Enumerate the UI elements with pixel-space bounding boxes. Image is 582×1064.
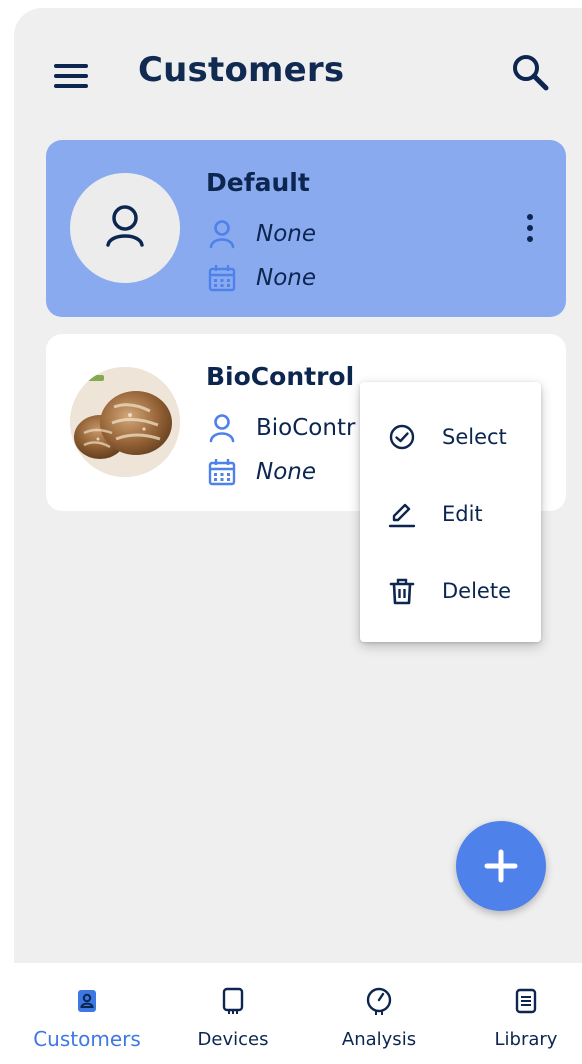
avatar [70, 367, 180, 477]
customer-contact: BioContr [256, 415, 356, 441]
nav-item-library[interactable]: Library [476, 985, 576, 1060]
person-icon [209, 414, 235, 443]
customer-name: Default [206, 168, 310, 197]
add-customer-button[interactable] [456, 821, 546, 911]
customer-contact-row: BioContr [206, 412, 355, 444]
nav-label: Analysis [341, 1029, 417, 1050]
customer-date: None [256, 459, 317, 485]
plus-icon [484, 849, 518, 883]
nav-item-analysis[interactable]: Analysis [326, 985, 432, 1060]
page-title: Customers [138, 50, 345, 90]
nav-item-customers[interactable]: Customers [20, 985, 154, 1060]
calendar-icon [208, 265, 236, 292]
nav-label: Library [494, 1029, 558, 1050]
nav-label: Devices [197, 1029, 269, 1050]
customer-date-row: None [206, 262, 316, 294]
person-icon [209, 220, 235, 249]
customer-card-default[interactable]: Default None None [46, 140, 566, 317]
search-icon[interactable] [508, 50, 554, 96]
menu-item-edit[interactable]: Edit [360, 479, 541, 549]
customer-date: None [256, 265, 317, 291]
calendar-icon [208, 459, 236, 486]
device-icon [222, 987, 244, 1014]
gauge-icon [366, 987, 392, 1015]
menu-item-select[interactable]: Select [360, 402, 541, 472]
customer-contact: None [256, 221, 317, 247]
menu-item-label: Delete [442, 579, 511, 603]
customer-contact-row: None [206, 218, 316, 250]
more-options-icon[interactable] [520, 210, 540, 246]
customer-name: BioControl [206, 362, 355, 391]
menu-item-label: Select [442, 425, 507, 449]
nav-label: Customers [33, 1027, 141, 1051]
customer-date-row: None [206, 456, 316, 488]
check-circle-icon [389, 424, 415, 450]
nav-item-devices[interactable]: Devices [180, 985, 286, 1060]
menu-item-delete[interactable]: Delete [360, 556, 541, 626]
app-header: Customers [14, 8, 582, 138]
hamburger-menu-icon[interactable] [52, 56, 94, 92]
person-placeholder-icon [106, 205, 144, 247]
pencil-icon [388, 503, 416, 528]
bread-photo [70, 367, 180, 477]
menu-item-label: Edit [442, 502, 483, 526]
avatar [70, 173, 180, 283]
library-icon [515, 988, 537, 1014]
context-menu: Select Edit Delete [360, 382, 541, 642]
trash-icon [389, 578, 415, 605]
bottom-navigation: Customers Devices Analysis Library [0, 963, 582, 1064]
customers-icon [78, 990, 96, 1012]
